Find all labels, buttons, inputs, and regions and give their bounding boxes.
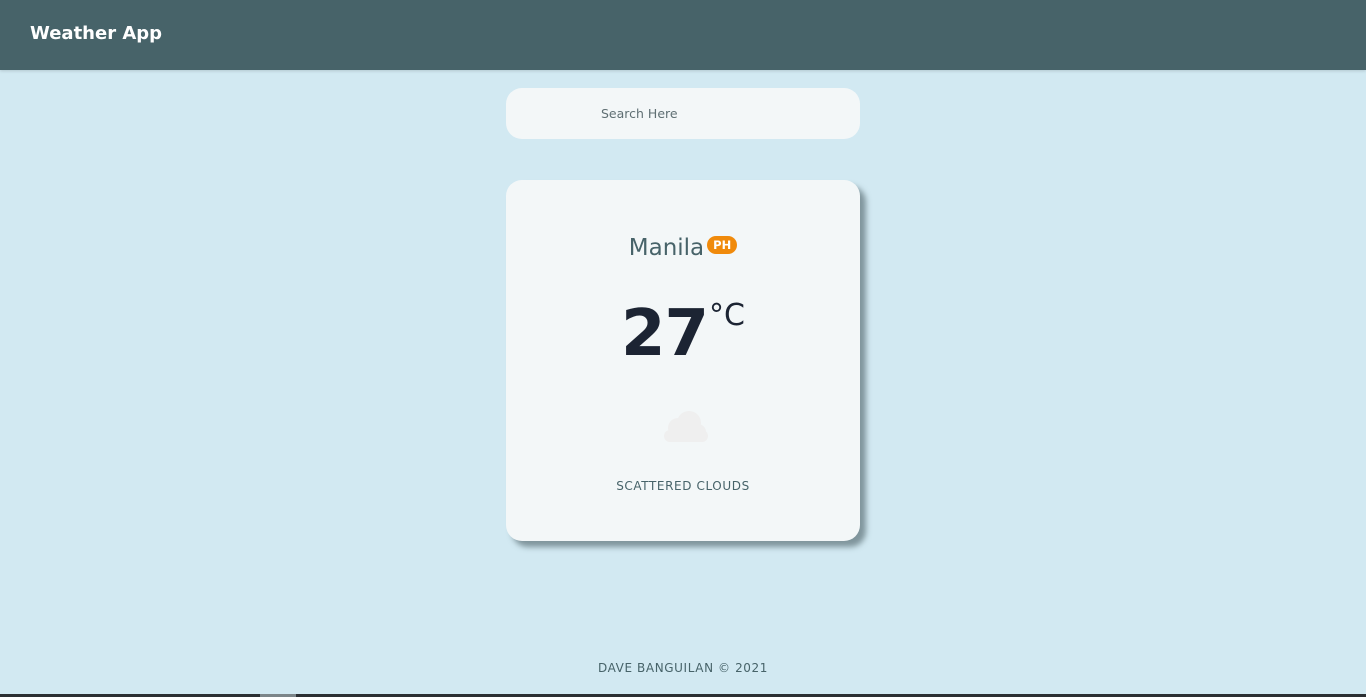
search-box bbox=[506, 88, 860, 139]
weather-card: Manila PH 27°C SCATTERED CLOUDS bbox=[506, 180, 860, 541]
location: Manila PH bbox=[506, 232, 860, 264]
app-title[interactable]: Weather App bbox=[30, 22, 162, 46]
country-badge: PH bbox=[707, 236, 738, 254]
temperature-value: 27 bbox=[620, 297, 709, 371]
city-name: Manila bbox=[628, 235, 705, 261]
cloud-icon bbox=[656, 406, 712, 446]
footer-credit: DAVE BANGUILAN © 2021 bbox=[597, 661, 769, 675]
search-input[interactable] bbox=[506, 88, 860, 139]
temperature-unit: °C bbox=[709, 298, 745, 333]
temperature: 27°C bbox=[506, 298, 860, 370]
navbar: Weather App bbox=[0, 0, 1366, 70]
weather-description: SCATTERED CLOUDS bbox=[616, 479, 750, 493]
